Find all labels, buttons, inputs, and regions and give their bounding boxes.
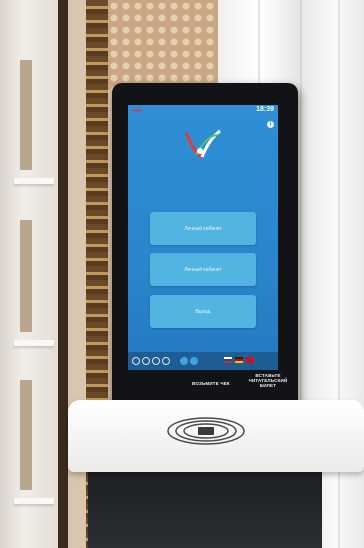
accessibility-icon[interactable] <box>132 357 140 365</box>
info-icon[interactable]: i <box>267 121 274 128</box>
shelf-board <box>14 178 54 184</box>
flag-de-icon[interactable] <box>235 357 243 363</box>
book <box>20 60 32 170</box>
shelf-board <box>14 340 54 346</box>
door-frame <box>58 0 68 548</box>
kiosk-screen: ▬▬ 18:39 i Личный кабинет Личный кабинет… <box>128 105 278 370</box>
card-slot-label: ВСТАВЬТЕ ЧИТАТЕЛЬСКИЙ БИЛЕТ <box>248 373 288 388</box>
rfid-reader-icon[interactable] <box>166 416 246 446</box>
book <box>20 380 32 490</box>
book <box>20 220 32 332</box>
clock: 18:39 <box>256 106 274 113</box>
contrast-icon[interactable] <box>152 357 160 365</box>
font-size-icon[interactable] <box>142 357 150 365</box>
shelf-board <box>14 498 54 504</box>
bookshelf <box>0 0 58 548</box>
status-bar: ▬▬ 18:39 <box>128 105 278 117</box>
sound-icon[interactable] <box>162 357 170 365</box>
home-icon[interactable] <box>190 357 198 365</box>
brand-logo-small: ▬▬ <box>132 107 142 113</box>
self-service-kiosk: ▬▬ 18:39 i Личный кабинет Личный кабинет… <box>112 83 298 413</box>
receipt-slot-label: ВОЗЬМИТЕ ЧЕК <box>192 381 230 386</box>
kiosk-photo: ▬▬ 18:39 i Личный кабинет Личный кабинет… <box>0 0 364 548</box>
menu-button[interactable]: Личный кабинет <box>150 212 256 245</box>
menu-button[interactable]: Личный кабинет <box>150 253 256 286</box>
help-icon[interactable] <box>180 357 188 365</box>
flag-ru-icon[interactable] <box>224 357 232 363</box>
exit-button[interactable]: Выход <box>150 295 256 328</box>
flag-uk-icon[interactable] <box>246 357 254 363</box>
kiosk-stand <box>88 462 322 548</box>
bottom-toolbar <box>128 352 278 370</box>
app-logo-icon <box>184 129 221 159</box>
wallpaper <box>108 0 220 90</box>
